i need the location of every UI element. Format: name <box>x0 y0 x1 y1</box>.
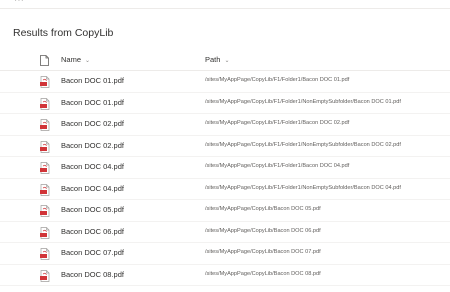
list-item[interactable]: Bacon DOC 01.pdf/sites/MyAppPage/CopyLib… <box>0 71 450 93</box>
file-path: /sites/MyAppPage/CopyLib/F1/Folder1/NonE… <box>205 98 401 105</box>
pdf-file-icon <box>40 204 50 222</box>
list-item[interactable]: Bacon DOC 04.pdf/sites/MyAppPage/CopyLib… <box>0 179 450 201</box>
column-header-row: Name ⌄ Path ⌄ <box>0 48 450 71</box>
list-item[interactable]: Bacon DOC 07.pdf/sites/MyAppPage/CopyLib… <box>0 243 450 265</box>
pdf-file-icon <box>40 161 50 179</box>
column-header-name[interactable]: Name ⌄ <box>61 55 90 64</box>
list-item[interactable]: Bacon DOC 08.pdf/sites/MyAppPage/CopyLib… <box>0 265 450 287</box>
file-path: /sites/MyAppPage/CopyLib/F1/Folder1/Baco… <box>205 120 350 126</box>
file-path: /sites/MyAppPage/CopyLib/F1/Folder1/Baco… <box>205 163 350 169</box>
file-path: /sites/MyAppPage/CopyLib/Bacon DOC 06.pd… <box>205 227 321 234</box>
list-item[interactable]: Bacon DOC 05.pdf/sites/MyAppPage/CopyLib… <box>0 200 450 222</box>
file-path: /sites/MyAppPage/CopyLib/Bacon DOC 07.pd… <box>205 249 321 255</box>
pdf-file-icon <box>40 118 50 136</box>
pdf-file-icon <box>40 269 50 287</box>
top-bar: ⋯ <box>0 0 450 9</box>
chevron-down-icon: ⌄ <box>224 58 230 64</box>
file-name-link[interactable]: Bacon DOC 02.pdf <box>61 141 124 150</box>
column-header-path[interactable]: Path ⌄ <box>205 55 229 64</box>
column-header-path-label: Path <box>205 55 221 64</box>
top-bar-icon: ⋯ <box>14 0 24 6</box>
file-path: /sites/MyAppPage/CopyLib/F1/Folder1/NonE… <box>205 141 401 148</box>
file-name-link[interactable]: Bacon DOC 02.pdf <box>61 119 124 128</box>
chevron-down-icon: ⌄ <box>85 58 91 64</box>
list-item[interactable]: Bacon DOC 02.pdf/sites/MyAppPage/CopyLib… <box>0 114 450 136</box>
file-name-link[interactable]: Bacon DOC 05.pdf <box>61 205 124 214</box>
file-name-link[interactable]: Bacon DOC 08.pdf <box>61 270 124 279</box>
list-item[interactable]: Bacon DOC 01.pdf/sites/MyAppPage/CopyLib… <box>0 93 450 115</box>
pdf-file-icon <box>40 183 50 201</box>
page-title: Results from CopyLib <box>13 27 114 39</box>
pdf-file-icon <box>40 226 50 244</box>
file-name-link[interactable]: Bacon DOC 07.pdf <box>61 248 124 257</box>
pdf-file-icon <box>40 75 50 93</box>
pdf-file-icon <box>40 140 50 158</box>
file-name-link[interactable]: Bacon DOC 01.pdf <box>61 76 124 85</box>
file-path: /sites/MyAppPage/CopyLib/Bacon DOC 05.pd… <box>205 206 321 212</box>
column-header-name-label: Name <box>61 55 82 64</box>
list-item[interactable]: Bacon DOC 04.pdf/sites/MyAppPage/CopyLib… <box>0 157 450 179</box>
file-path: /sites/MyAppPage/CopyLib/F1/Folder1/Baco… <box>205 77 350 83</box>
pdf-file-icon <box>40 97 50 115</box>
document-icon[interactable] <box>40 53 49 71</box>
list-item[interactable]: Bacon DOC 06.pdf/sites/MyAppPage/CopyLib… <box>0 222 450 244</box>
file-name-link[interactable]: Bacon DOC 04.pdf <box>61 162 124 171</box>
file-path: /sites/MyAppPage/CopyLib/Bacon DOC 08.pd… <box>205 270 321 277</box>
file-path: /sites/MyAppPage/CopyLib/F1/Folder1/NonE… <box>205 184 401 191</box>
file-name-link[interactable]: Bacon DOC 04.pdf <box>61 184 124 193</box>
file-name-link[interactable]: Bacon DOC 01.pdf <box>61 98 124 107</box>
pdf-file-icon <box>40 247 50 265</box>
list-item[interactable]: Bacon DOC 02.pdf/sites/MyAppPage/CopyLib… <box>0 136 450 158</box>
results-list: Name ⌄ Path ⌄ Bacon DOC 01.pdf/sites/MyApp… <box>0 48 450 286</box>
file-name-link[interactable]: Bacon DOC 06.pdf <box>61 227 124 236</box>
